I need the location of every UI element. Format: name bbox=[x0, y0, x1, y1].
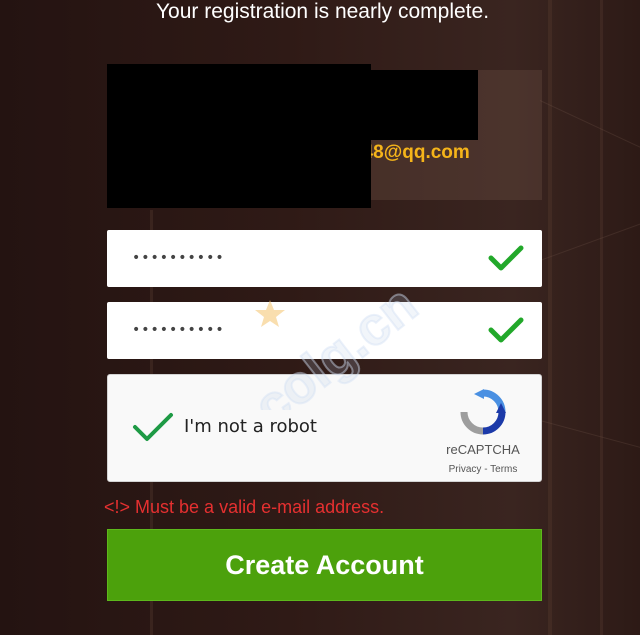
password-field[interactable] bbox=[107, 230, 542, 287]
captcha-checkmark-icon[interactable] bbox=[132, 411, 174, 443]
create-account-button[interactable]: Create Account bbox=[107, 529, 542, 601]
recaptcha-privacy-terms-link[interactable]: Privacy - Terms bbox=[438, 464, 528, 475]
redaction-block bbox=[107, 64, 371, 208]
confirm-password-input[interactable] bbox=[132, 302, 462, 359]
background-mast bbox=[600, 0, 603, 635]
confirm-password-field[interactable] bbox=[107, 302, 542, 359]
page-title: Your registration is nearly complete. bbox=[155, 0, 490, 23]
recaptcha-widget[interactable]: I'm not a robot reCAPTCHA Privacy - Term… bbox=[107, 374, 542, 482]
recaptcha-brand: reCAPTCHA bbox=[446, 442, 520, 457]
password-input[interactable] bbox=[132, 230, 462, 287]
background-rope bbox=[539, 218, 640, 261]
background-mast bbox=[548, 0, 552, 635]
redaction-block bbox=[371, 70, 478, 140]
background-rope bbox=[539, 420, 640, 453]
error-message: <!> Must be a valid e-mail address. bbox=[104, 497, 385, 517]
recaptcha-logo-icon bbox=[460, 389, 506, 435]
background-rope bbox=[539, 100, 640, 152]
valid-check-icon bbox=[488, 245, 524, 271]
captcha-label: I'm not a robot bbox=[184, 416, 317, 437]
valid-check-icon bbox=[488, 317, 524, 343]
